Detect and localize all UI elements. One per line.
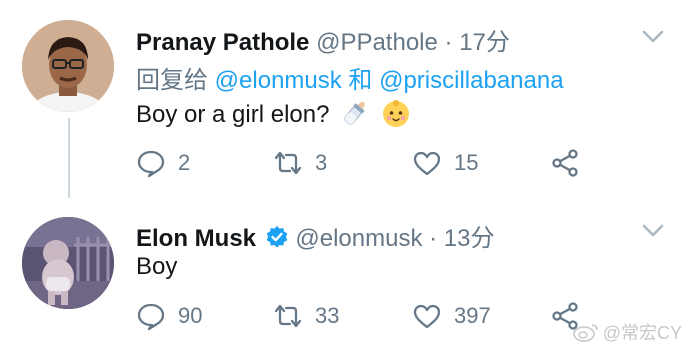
chevron-down-icon[interactable] — [642, 30, 664, 44]
reply-count: 90 — [178, 303, 203, 328]
tweet-text: Boy or a girl elon? — [136, 98, 411, 129]
avatar-elon[interactable] — [22, 217, 114, 309]
retweet-icon — [274, 151, 302, 175]
like-count: 15 — [454, 150, 479, 175]
separator-dot: · — [429, 225, 438, 252]
like-count: 397 — [454, 303, 491, 328]
baby-face-icon — [382, 100, 409, 127]
heart-icon — [413, 151, 441, 176]
timestamp[interactable]: 13分 — [444, 225, 495, 252]
reply-joiner: 和 — [348, 67, 373, 94]
baby-bottle-icon — [344, 101, 365, 125]
reply-context: 回复给 @elonmusk 和 @priscillabanana — [136, 60, 564, 95]
share-icon — [552, 149, 578, 177]
tweet-body-text: Boy — [136, 253, 178, 280]
display-name[interactable]: Pranay Pathole — [136, 29, 309, 56]
user-handle[interactable]: @PPathole — [316, 29, 438, 56]
retweet-button[interactable]: 33 — [273, 299, 339, 333]
user-handle[interactable]: @elonmusk — [295, 225, 422, 252]
reply-count: 2 — [178, 150, 191, 175]
weibo-watermark: @常宏CY — [572, 319, 682, 345]
reply-icon — [137, 303, 165, 331]
verified-badge-icon — [266, 226, 287, 248]
retweet-button[interactable]: 3 — [273, 146, 327, 180]
tweet-header: Pranay Pathole @PPathole · 17分 — [136, 22, 510, 57]
avatar-pranay[interactable] — [22, 20, 114, 112]
mention-link[interactable]: @priscillabanana — [379, 67, 563, 94]
timestamp[interactable]: 17分 — [459, 29, 510, 56]
tweet-pranay[interactable]: Pranay Pathole @PPathole · 17分 回复给 @elon… — [0, 0, 690, 200]
reply-icon — [137, 150, 165, 178]
reply-button[interactable]: 2 — [136, 146, 190, 180]
retweet-icon — [274, 304, 302, 328]
share-button[interactable] — [550, 146, 580, 180]
separator-dot: · — [444, 29, 453, 56]
tweet-actions: 2 3 15 — [136, 146, 586, 180]
like-button[interactable]: 397 — [412, 299, 491, 333]
thread-connector-line — [68, 118, 70, 198]
reply-prefix: 回复给 — [136, 67, 208, 94]
reply-button[interactable]: 90 — [136, 299, 202, 333]
retweet-count: 3 — [315, 150, 328, 175]
watermark-text: @常宏CY — [602, 323, 682, 343]
mention-link[interactable]: @elonmusk — [215, 67, 342, 94]
tweet-actions: 90 33 397 — [136, 299, 586, 333]
heart-icon — [413, 304, 441, 329]
retweet-count: 33 — [315, 303, 340, 328]
tweet-body-text: Boy or a girl elon? — [136, 101, 330, 128]
like-button[interactable]: 15 — [412, 146, 478, 180]
tweet-header: Elon Musk @elonmusk · 13分 — [136, 218, 494, 253]
weibo-logo-icon — [572, 324, 598, 342]
tweet-text: Boy — [136, 253, 177, 281]
chevron-down-icon[interactable] — [642, 224, 664, 238]
display-name[interactable]: Elon Musk — [136, 225, 256, 252]
